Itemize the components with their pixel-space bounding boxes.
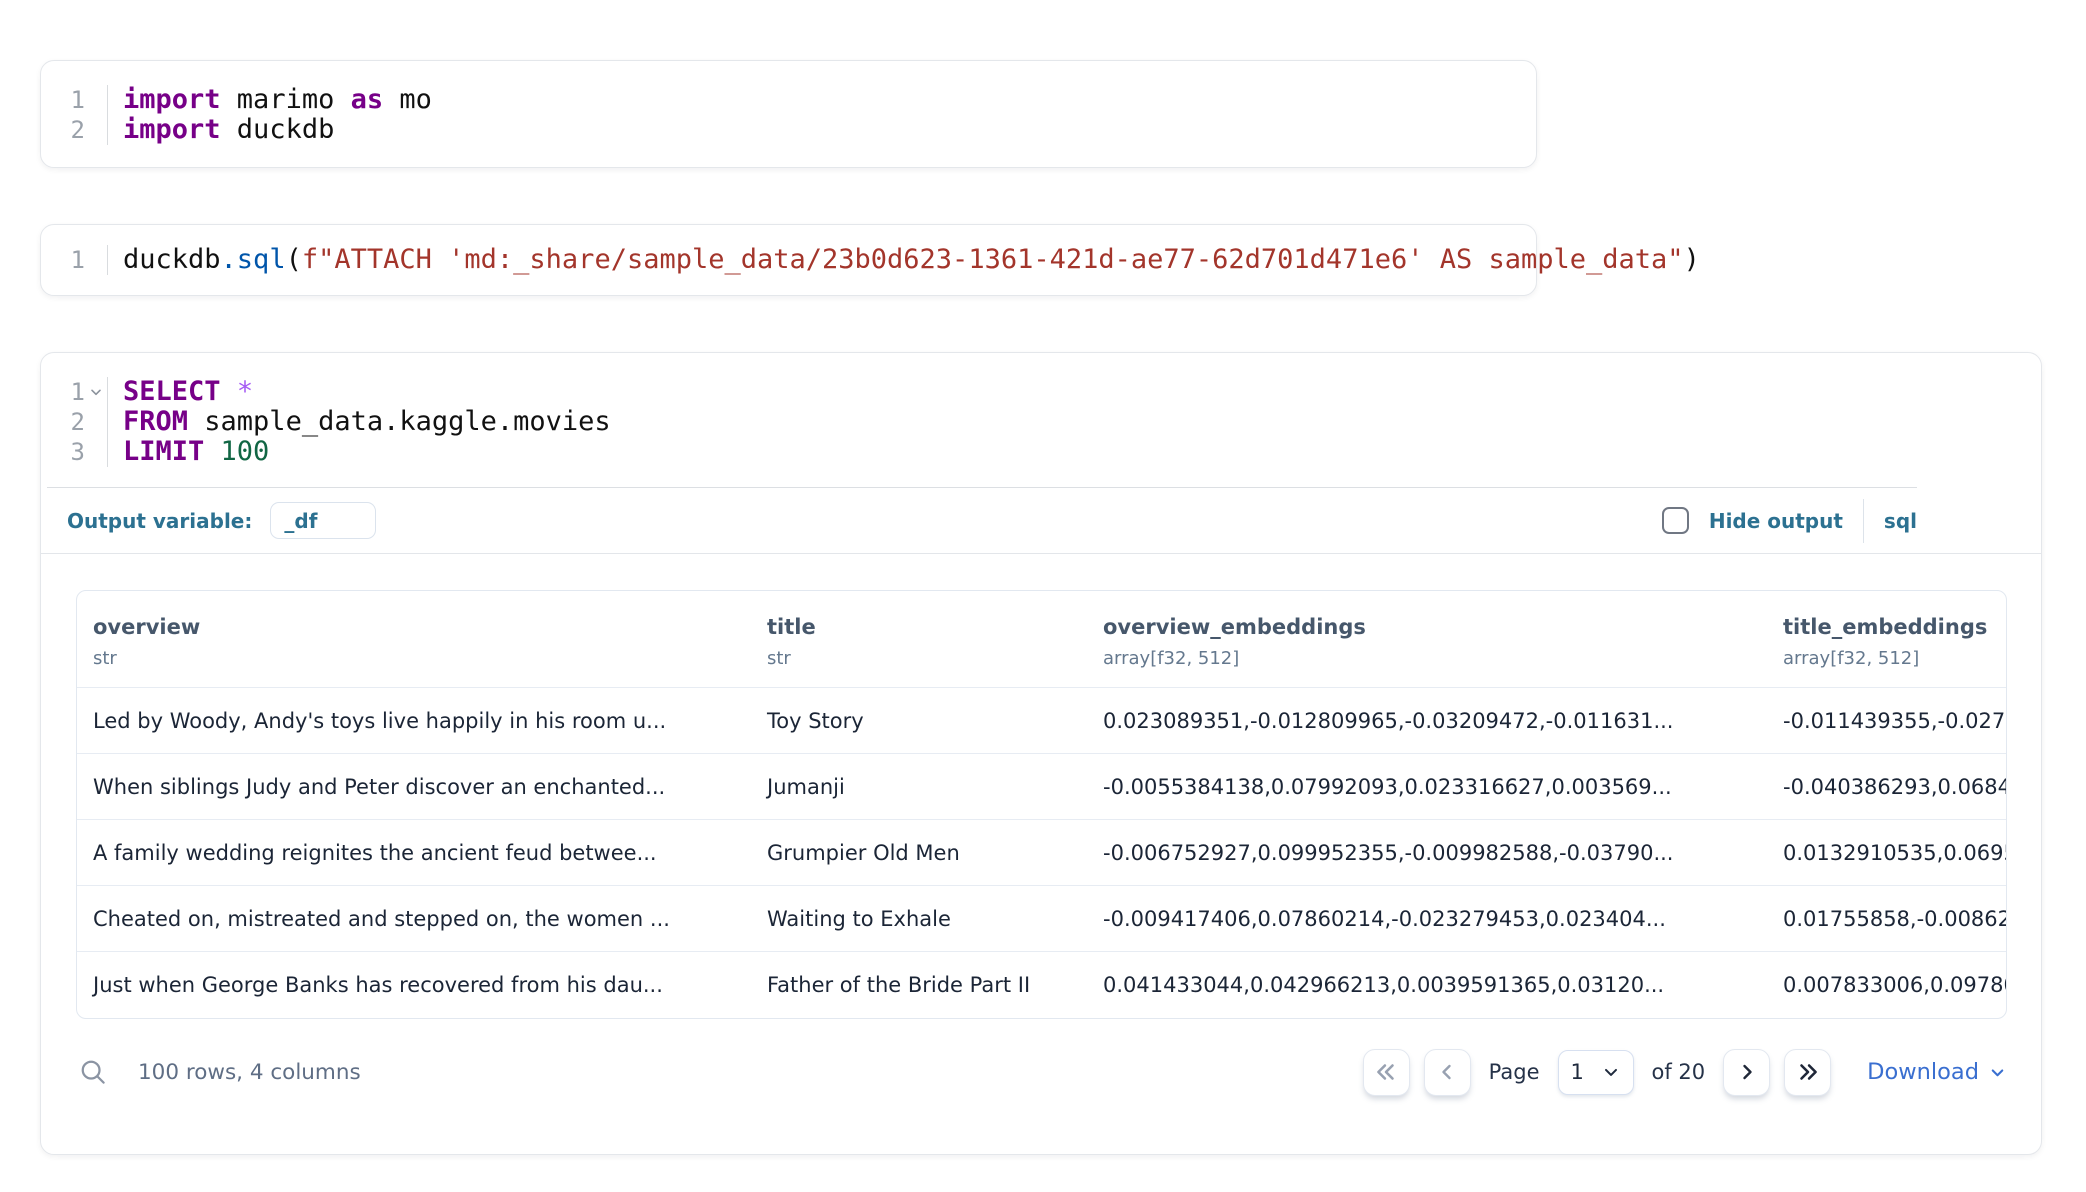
- code-editor[interactable]: 12 import marimo as moimport duckdb: [41, 61, 1536, 167]
- table-cell: Grumpier Old Men: [751, 820, 1087, 886]
- hide-output-label[interactable]: Hide output: [1709, 509, 1843, 533]
- table-cell: -0.011439355,-0.02752: [1767, 688, 2006, 754]
- table-cell: 0.041433044,0.042966213,0.0039591365,0.0…: [1087, 952, 1767, 1018]
- chevrons-left-icon: [1373, 1059, 1399, 1085]
- column-header-overview[interactable]: overview str: [77, 591, 751, 688]
- notebook: 12import marimo as moimport duckdb 1duck…: [0, 0, 2086, 1155]
- previous-page-button[interactable]: [1424, 1049, 1471, 1096]
- chevron-right-icon: [1735, 1060, 1759, 1084]
- fold-slot: [85, 119, 107, 141]
- table-row[interactable]: Just when George Banks has recovered fro…: [77, 952, 2006, 1018]
- table-cell: Waiting to Exhale: [751, 886, 1087, 952]
- table-cell: -0.006752927,0.099952355,-0.009982588,-0…: [1087, 820, 1767, 886]
- next-page-button[interactable]: [1723, 1049, 1770, 1096]
- download-label: Download: [1867, 1059, 1979, 1085]
- page-count-label: of 20: [1652, 1060, 1706, 1084]
- line-number: 1: [55, 378, 85, 406]
- output-variable-input[interactable]: [270, 502, 376, 539]
- table-cell: When siblings Judy and Peter discover an…: [77, 754, 751, 820]
- column-dtype: array[f32, 512]: [1103, 648, 1759, 669]
- column-dtype: str: [767, 648, 1079, 669]
- table-cell: Just when George Banks has recovered fro…: [77, 952, 751, 1018]
- first-page-button[interactable]: [1363, 1049, 1410, 1096]
- fold-slot: [85, 441, 107, 463]
- language-badge[interactable]: sql: [1884, 509, 1917, 533]
- line-number: 1: [55, 246, 85, 274]
- divider: [1863, 499, 1864, 543]
- column-name: overview: [93, 615, 743, 639]
- output-variable-label: Output variable:: [67, 509, 252, 533]
- column-dtype: array[f32, 512]: [1783, 648, 1998, 669]
- table-cell: Toy Story: [751, 688, 1087, 754]
- table-cell: Cheated on, mistreated and stepped on, t…: [77, 886, 751, 952]
- chevron-down-icon: [1988, 1063, 2007, 1082]
- code-cell-attach: 1duckdb.sql(f"ATTACH 'md:_share/sample_d…: [40, 224, 1537, 296]
- code-cell-sql: 123SELECT *FROM sample_data.kaggle.movie…: [40, 352, 2042, 1155]
- code-line[interactable]: import marimo as mo: [123, 85, 1536, 115]
- table-cell: Father of the Bride Part II: [751, 952, 1087, 1018]
- line-number: 2: [55, 116, 85, 144]
- fold-slot: [85, 249, 107, 271]
- row-count-summary: 100 rows, 4 columns: [138, 1060, 361, 1085]
- page-label: Page: [1489, 1060, 1540, 1084]
- column-dtype: str: [93, 648, 743, 669]
- code-line[interactable]: duckdb.sql(f"ATTACH 'md:_share/sample_da…: [123, 245, 1700, 275]
- column-header-overview_embeddings[interactable]: overview_embeddings array[f32, 512]: [1087, 591, 1767, 688]
- table-cell: 0.0132910535,0.06958: [1767, 820, 2006, 886]
- column-name: title_embeddings: [1783, 615, 1998, 639]
- table-cell: -0.0055384138,0.07992093,0.023316627,0.0…: [1087, 754, 1767, 820]
- chevrons-right-icon: [1795, 1059, 1821, 1085]
- table-footer: 100 rows, 4 columns: [76, 1049, 2007, 1154]
- search-icon: [78, 1057, 108, 1087]
- table-cell: A family wedding reignites the ancient f…: [77, 820, 751, 886]
- column-header-title_embeddings[interactable]: title_embeddings array[f32, 512]: [1767, 591, 2006, 688]
- code-cell-imports: 12 import marimo as moimport duckdb: [40, 60, 1537, 168]
- search-button[interactable]: [76, 1055, 110, 1089]
- chevron-down-icon: [1601, 1062, 1621, 1082]
- cell-output: overview str title str overview_embeddingsar…: [41, 590, 2041, 1154]
- table-row[interactable]: Led by Woody, Andy's toys live happily i…: [77, 688, 2006, 754]
- table-cell: 0.01755858,-0.0086286: [1767, 886, 2006, 952]
- code-line[interactable]: SELECT *: [123, 377, 2041, 407]
- table-row[interactable]: When siblings Judy and Peter discover an…: [77, 754, 2006, 820]
- code-line[interactable]: import duckdb: [123, 115, 1536, 145]
- column-name: title: [767, 615, 1079, 639]
- code-editor[interactable]: 123 SELECT *FROM sample_data.kaggle.movie…: [41, 353, 2041, 487]
- sql-cell-toolbar: Output variable: Hide output sql: [41, 488, 2041, 554]
- table-cell: 0.023089351,-0.012809965,-0.03209472,-0.…: [1087, 688, 1767, 754]
- line-number: 3: [55, 438, 85, 466]
- line-number: 2: [55, 408, 85, 436]
- table-cell: Jumanji: [751, 754, 1087, 820]
- column-header-title[interactable]: title str: [751, 591, 1087, 688]
- fold-slot: [85, 89, 107, 111]
- download-button[interactable]: Download: [1867, 1059, 2007, 1085]
- fold-chevron-icon[interactable]: [85, 381, 107, 403]
- table-cell: Led by Woody, Andy's toys live happily i…: [77, 688, 751, 754]
- table-cell: 0.007833006,0.097801: [1767, 952, 2006, 1018]
- page-select[interactable]: 1: [1558, 1050, 1634, 1095]
- code-line[interactable]: LIMIT 100: [123, 437, 2041, 467]
- code-editor[interactable]: 1duckdb.sql(f"ATTACH 'md:_share/sample_d…: [41, 225, 1536, 295]
- hide-output-checkbox[interactable]: [1662, 507, 1689, 534]
- line-number: 1: [55, 86, 85, 114]
- code-line[interactable]: FROM sample_data.kaggle.movies: [123, 407, 2041, 437]
- chevron-left-icon: [1435, 1060, 1459, 1084]
- dataframe-table: overview str title str overview_embeddingsar…: [76, 590, 2007, 1019]
- last-page-button[interactable]: [1784, 1049, 1831, 1096]
- table-cell: -0.009417406,0.07860214,-0.023279453,0.0…: [1087, 886, 1767, 952]
- page-select-value: 1: [1571, 1060, 1584, 1084]
- table-row[interactable]: A family wedding reignites the ancient f…: [77, 820, 2006, 886]
- column-name: overview_embeddings: [1103, 615, 1759, 639]
- table-row[interactable]: Cheated on, mistreated and stepped on, t…: [77, 886, 2006, 952]
- fold-slot: [85, 411, 107, 433]
- table-cell: -0.040386293,0.068451: [1767, 754, 2006, 820]
